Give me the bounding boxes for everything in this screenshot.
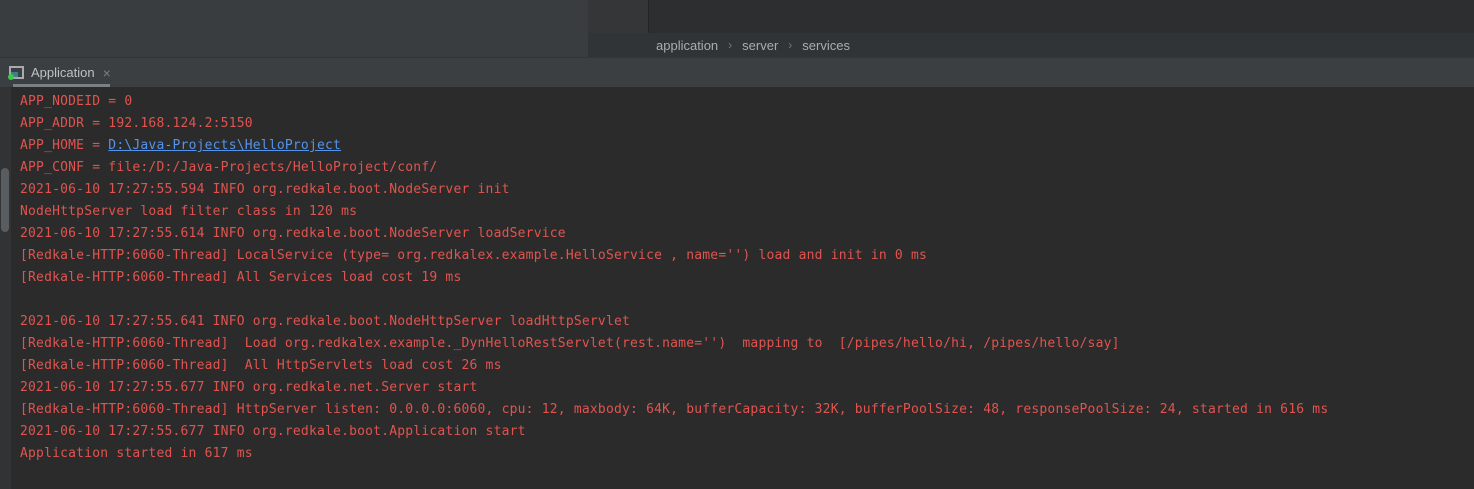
console-log-line: [Redkale-HTTP:6060-Thread] All HttpServl… xyxy=(20,355,1474,377)
log-text: [Redkale-HTTP:6060-Thread] All HttpServl… xyxy=(20,358,502,373)
tab-application[interactable]: Application × xyxy=(4,58,115,87)
log-text: APP_NODEID = 0 xyxy=(20,94,132,109)
console-log-line: [Redkale-HTTP:6060-Thread] HttpServer li… xyxy=(20,399,1474,421)
file-link[interactable]: D:\Java-Projects\HelloProject xyxy=(108,138,341,153)
editor-top-panel-right xyxy=(648,0,1474,33)
console-gutter xyxy=(0,87,11,489)
console-log-line: Application started in 617 ms xyxy=(20,443,1474,465)
breadcrumb: application › server › services xyxy=(588,33,1474,57)
breadcrumb-item-server[interactable]: server xyxy=(742,38,778,53)
close-icon[interactable]: × xyxy=(103,66,111,80)
breadcrumb-separator-icon: › xyxy=(788,38,792,52)
running-indicator-dot xyxy=(8,74,14,80)
log-text: APP_ADDR = 192.168.124.2:5150 xyxy=(20,116,253,131)
ide-window: application › server › services Application … xyxy=(0,0,1474,489)
editor-top-panel xyxy=(588,0,648,33)
console-log-line: [Redkale-HTTP:6060-Thread] Load org.redk… xyxy=(20,333,1474,355)
console-log[interactable]: APP_NODEID = 0 APP_ADDR = 192.168.124.2:5… xyxy=(0,87,1474,489)
log-text: Application started in 617 ms xyxy=(20,446,253,461)
console-log-line: APP_ADDR = 192.168.124.2:5150 xyxy=(20,113,1474,135)
log-text: 2021-06-10 17:27:55.641 INFO org.redkale… xyxy=(20,314,630,329)
console-log-line xyxy=(20,289,1474,311)
log-text: 2021-06-10 17:27:55.594 INFO org.redkale… xyxy=(20,182,510,197)
log-text: APP_CONF = file:/D:/Java-Projects/HelloP… xyxy=(20,160,437,175)
run-toolwindow-tabbar: Application × xyxy=(0,57,1474,87)
console-log-line: 2021-06-10 17:27:55.614 INFO org.redkale… xyxy=(20,223,1474,245)
breadcrumb-separator-icon: › xyxy=(728,38,732,52)
log-text: [Redkale-HTTP:6060-Thread] All Services … xyxy=(20,270,461,285)
tab-label: Application xyxy=(31,65,95,80)
console-log-line: APP_HOME = D:\Java-Projects\HelloProject xyxy=(20,135,1474,157)
console-log-line: APP_CONF = file:/D:/Java-Projects/HelloP… xyxy=(20,157,1474,179)
left-editor-panel xyxy=(0,0,588,57)
breadcrumb-item-application[interactable]: application xyxy=(656,38,718,53)
log-text: 2021-06-10 17:27:55.677 INFO org.redkale… xyxy=(20,424,526,439)
console-log-line: [Redkale-HTTP:6060-Thread] LocalService … xyxy=(20,245,1474,267)
log-text: [Redkale-HTTP:6060-Thread] Load org.redk… xyxy=(20,336,1120,351)
console-log-line: 2021-06-10 17:27:55.677 INFO org.redkale… xyxy=(20,377,1474,399)
console-log-line: 2021-06-10 17:27:55.594 INFO org.redkale… xyxy=(20,179,1474,201)
log-text: 2021-06-10 17:27:55.614 INFO org.redkale… xyxy=(20,226,566,241)
log-text: [Redkale-HTTP:6060-Thread] LocalService … xyxy=(20,248,927,263)
console-log-line: APP_NODEID = 0 xyxy=(20,91,1474,113)
log-text: NodeHttpServer load filter class in 120 … xyxy=(20,204,357,219)
run-console-icon xyxy=(8,65,25,80)
log-text: APP_HOME = xyxy=(20,138,108,153)
log-text: 2021-06-10 17:27:55.677 INFO org.redkale… xyxy=(20,380,478,395)
console-log-line: 2021-06-10 17:27:55.677 INFO org.redkale… xyxy=(20,421,1474,443)
console-log-line: [Redkale-HTTP:6060-Thread] All Services … xyxy=(20,267,1474,289)
scrollbar-thumb[interactable] xyxy=(1,168,9,232)
breadcrumb-item-services[interactable]: services xyxy=(802,38,850,53)
console-log-line: NodeHttpServer load filter class in 120 … xyxy=(20,201,1474,223)
log-text: [Redkale-HTTP:6060-Thread] HttpServer li… xyxy=(20,402,1328,417)
console-log-line: 2021-06-10 17:27:55.641 INFO org.redkale… xyxy=(20,311,1474,333)
